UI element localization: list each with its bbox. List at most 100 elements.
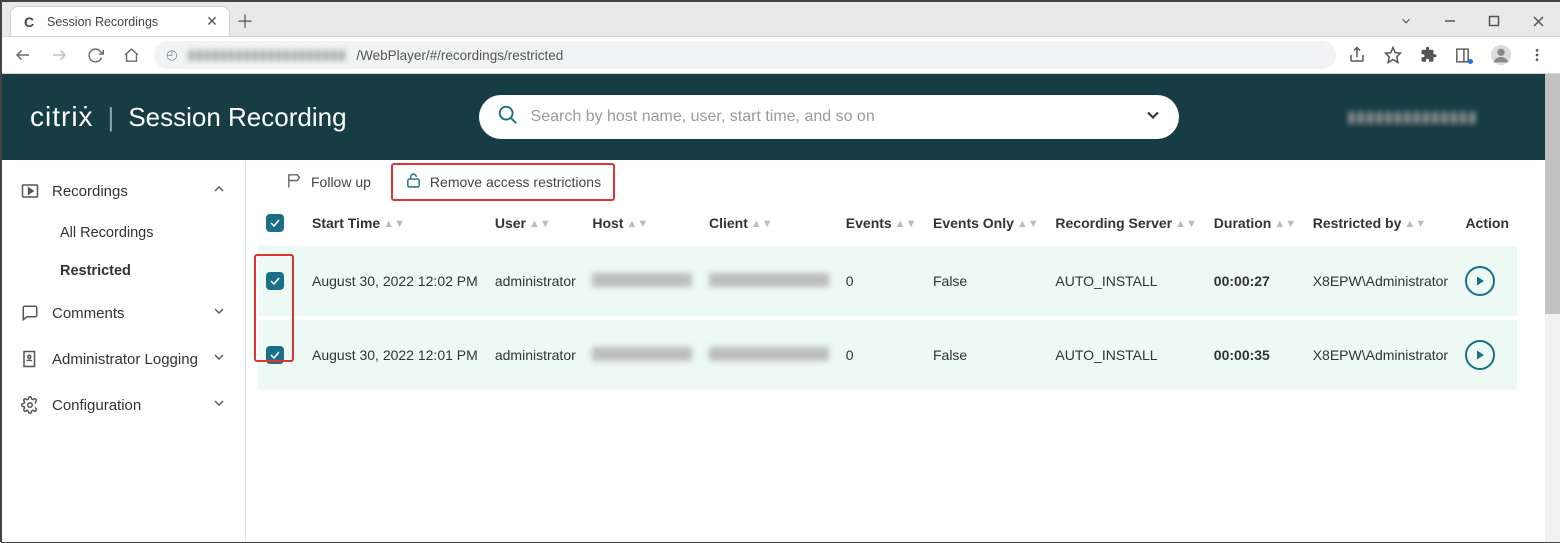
cell-host	[584, 244, 701, 318]
sidebar-item-configuration[interactable]: Configuration	[2, 382, 245, 428]
sidebar-label: Administrator Logging	[52, 351, 198, 368]
new-tab-button[interactable]: ＋	[230, 6, 260, 36]
recordings-icon	[20, 181, 40, 201]
remove-restrictions-button[interactable]: Remove access restrictions	[391, 163, 615, 201]
play-button[interactable]	[1465, 340, 1495, 370]
chevron-down-icon	[211, 349, 227, 369]
sort-icon: ▲▼	[529, 221, 551, 228]
url-host-redacted: ▮▮▮▮▮▮▮▮▮▮▮▮▮▮▮▮▮▮▮▮	[188, 47, 347, 63]
url-path: /WebPlayer/#/recordings/restricted	[356, 48, 563, 63]
extension-icons	[1346, 44, 1552, 66]
content: Follow up Remove access restrictions Sta…	[246, 160, 1545, 542]
col-start-time[interactable]: Start Time▲▼	[304, 204, 487, 244]
back-icon[interactable]	[10, 42, 36, 68]
col-rec-server[interactable]: Recording Server▲▼	[1047, 204, 1205, 244]
sort-icon: ▲▼	[1175, 221, 1197, 228]
sort-icon: ▲▼	[1404, 221, 1426, 228]
sidebar-label: Recordings	[52, 183, 128, 200]
maximize-icon[interactable]	[1472, 6, 1516, 36]
row-checkbox[interactable]	[266, 346, 284, 364]
cell-user: administrator	[487, 318, 584, 390]
cell-restricted-by: X8EPW\Administrator	[1305, 318, 1457, 390]
play-button[interactable]	[1465, 266, 1495, 296]
extensions-icon[interactable]	[1418, 44, 1440, 66]
col-client[interactable]: Client▲▼	[701, 204, 838, 244]
forward-icon[interactable]	[46, 42, 72, 68]
tab-strip: C Session Recordings ✕ ＋	[2, 2, 1560, 36]
url-field[interactable]: ◴ ▮▮▮▮▮▮▮▮▮▮▮▮▮▮▮▮▮▮▮▮ /WebPlayer/#/reco…	[154, 41, 1336, 69]
search-icon	[497, 104, 519, 131]
reload-icon[interactable]	[82, 42, 108, 68]
page-scrollbar[interactable]	[1545, 74, 1560, 542]
site-info-icon[interactable]: ◴	[166, 47, 178, 63]
cell-events-only: False	[925, 318, 1047, 390]
chevron-down-icon	[211, 303, 227, 323]
follow-up-button[interactable]: Follow up	[274, 165, 383, 199]
minimize-icon[interactable]	[1428, 6, 1472, 36]
cell-start-time: August 30, 2022 12:02 PM	[304, 244, 487, 318]
brand-logo: citriẋ	[30, 101, 94, 133]
table-header-row: Start Time▲▼ User▲▼ Host▲▼ Client▲▼ Even…	[258, 204, 1517, 244]
search-input[interactable]	[531, 108, 1131, 126]
col-events[interactable]: Events▲▼	[838, 204, 925, 244]
profile-icon[interactable]	[1490, 44, 1512, 66]
reading-list-icon[interactable]	[1454, 44, 1476, 66]
cell-restricted-by: X8EPW\Administrator	[1305, 244, 1457, 318]
sort-icon: ▲▼	[1274, 221, 1296, 228]
menu-icon[interactable]	[1526, 44, 1548, 66]
tab-close-icon[interactable]: ✕	[205, 15, 219, 29]
sort-icon: ▲▼	[383, 221, 405, 228]
col-user[interactable]: User▲▼	[487, 204, 584, 244]
toolbar: Follow up Remove access restrictions	[246, 160, 1545, 204]
sidebar-item-restricted[interactable]: Restricted	[2, 252, 245, 290]
main-area: Recordings All Recordings Restricted Com…	[2, 160, 1545, 542]
scrollbar-thumb[interactable]	[1545, 74, 1560, 314]
brand-divider: |	[108, 102, 115, 133]
sidebar-label: Comments	[52, 305, 125, 322]
close-window-icon[interactable]	[1516, 6, 1560, 36]
cell-client	[701, 244, 838, 318]
share-icon[interactable]	[1346, 44, 1368, 66]
favicon-icon: C	[21, 14, 37, 30]
sidebar-item-recordings[interactable]: Recordings	[2, 168, 245, 214]
sidebar-item-admin-logging[interactable]: Administrator Logging	[2, 336, 245, 382]
cell-rec-server: AUTO_INSTALL	[1047, 318, 1205, 390]
follow-up-label: Follow up	[311, 174, 371, 190]
col-duration[interactable]: Duration▲▼	[1206, 204, 1305, 244]
cell-duration: 00:00:27	[1206, 244, 1305, 318]
col-restricted-by[interactable]: Restricted by▲▼	[1305, 204, 1457, 244]
chevron-down-icon	[211, 395, 227, 415]
cell-host	[584, 318, 701, 390]
select-all-checkbox[interactable]	[266, 214, 284, 232]
sidebar-label: Configuration	[52, 397, 141, 414]
home-icon[interactable]	[118, 42, 144, 68]
user-info-redacted: ▮▮▮▮▮▮▮▮▮▮▮▮▮▮	[1347, 107, 1517, 127]
cell-client	[701, 318, 838, 390]
tab-title: Session Recordings	[47, 15, 158, 29]
recordings-table: Start Time▲▼ User▲▼ Host▲▼ Client▲▼ Even…	[258, 204, 1517, 390]
table-row[interactable]: August 30, 2022 12:01 PM administrator 0…	[258, 318, 1517, 390]
col-events-only[interactable]: Events Only▲▼	[925, 204, 1047, 244]
admin-log-icon	[20, 349, 40, 369]
sidebar-item-comments[interactable]: Comments	[2, 290, 245, 336]
unlock-icon	[405, 172, 422, 192]
tab-dropdown-icon[interactable]	[1384, 6, 1428, 36]
chevron-up-icon	[211, 181, 227, 201]
browser-tab[interactable]: C Session Recordings ✕	[10, 6, 230, 36]
window-controls	[1384, 6, 1560, 36]
row-checkbox[interactable]	[266, 272, 284, 290]
sidebar-item-all-recordings[interactable]: All Recordings	[2, 214, 245, 252]
cell-rec-server: AUTO_INSTALL	[1047, 244, 1205, 318]
sidebar: Recordings All Recordings Restricted Com…	[2, 160, 246, 542]
chevron-down-icon[interactable]	[1143, 105, 1163, 130]
brand: citriẋ | Session Recording	[30, 101, 347, 133]
search-bar[interactable]	[479, 95, 1179, 139]
bookmark-star-icon[interactable]	[1382, 44, 1404, 66]
table-row[interactable]: August 30, 2022 12:02 PM administrator 0…	[258, 244, 1517, 318]
col-host[interactable]: Host▲▼	[584, 204, 701, 244]
remove-restrictions-label: Remove access restrictions	[430, 174, 601, 190]
cell-events: 0	[838, 244, 925, 318]
cell-events-only: False	[925, 244, 1047, 318]
col-action: Action	[1457, 204, 1517, 244]
cell-start-time: August 30, 2022 12:01 PM	[304, 318, 487, 390]
